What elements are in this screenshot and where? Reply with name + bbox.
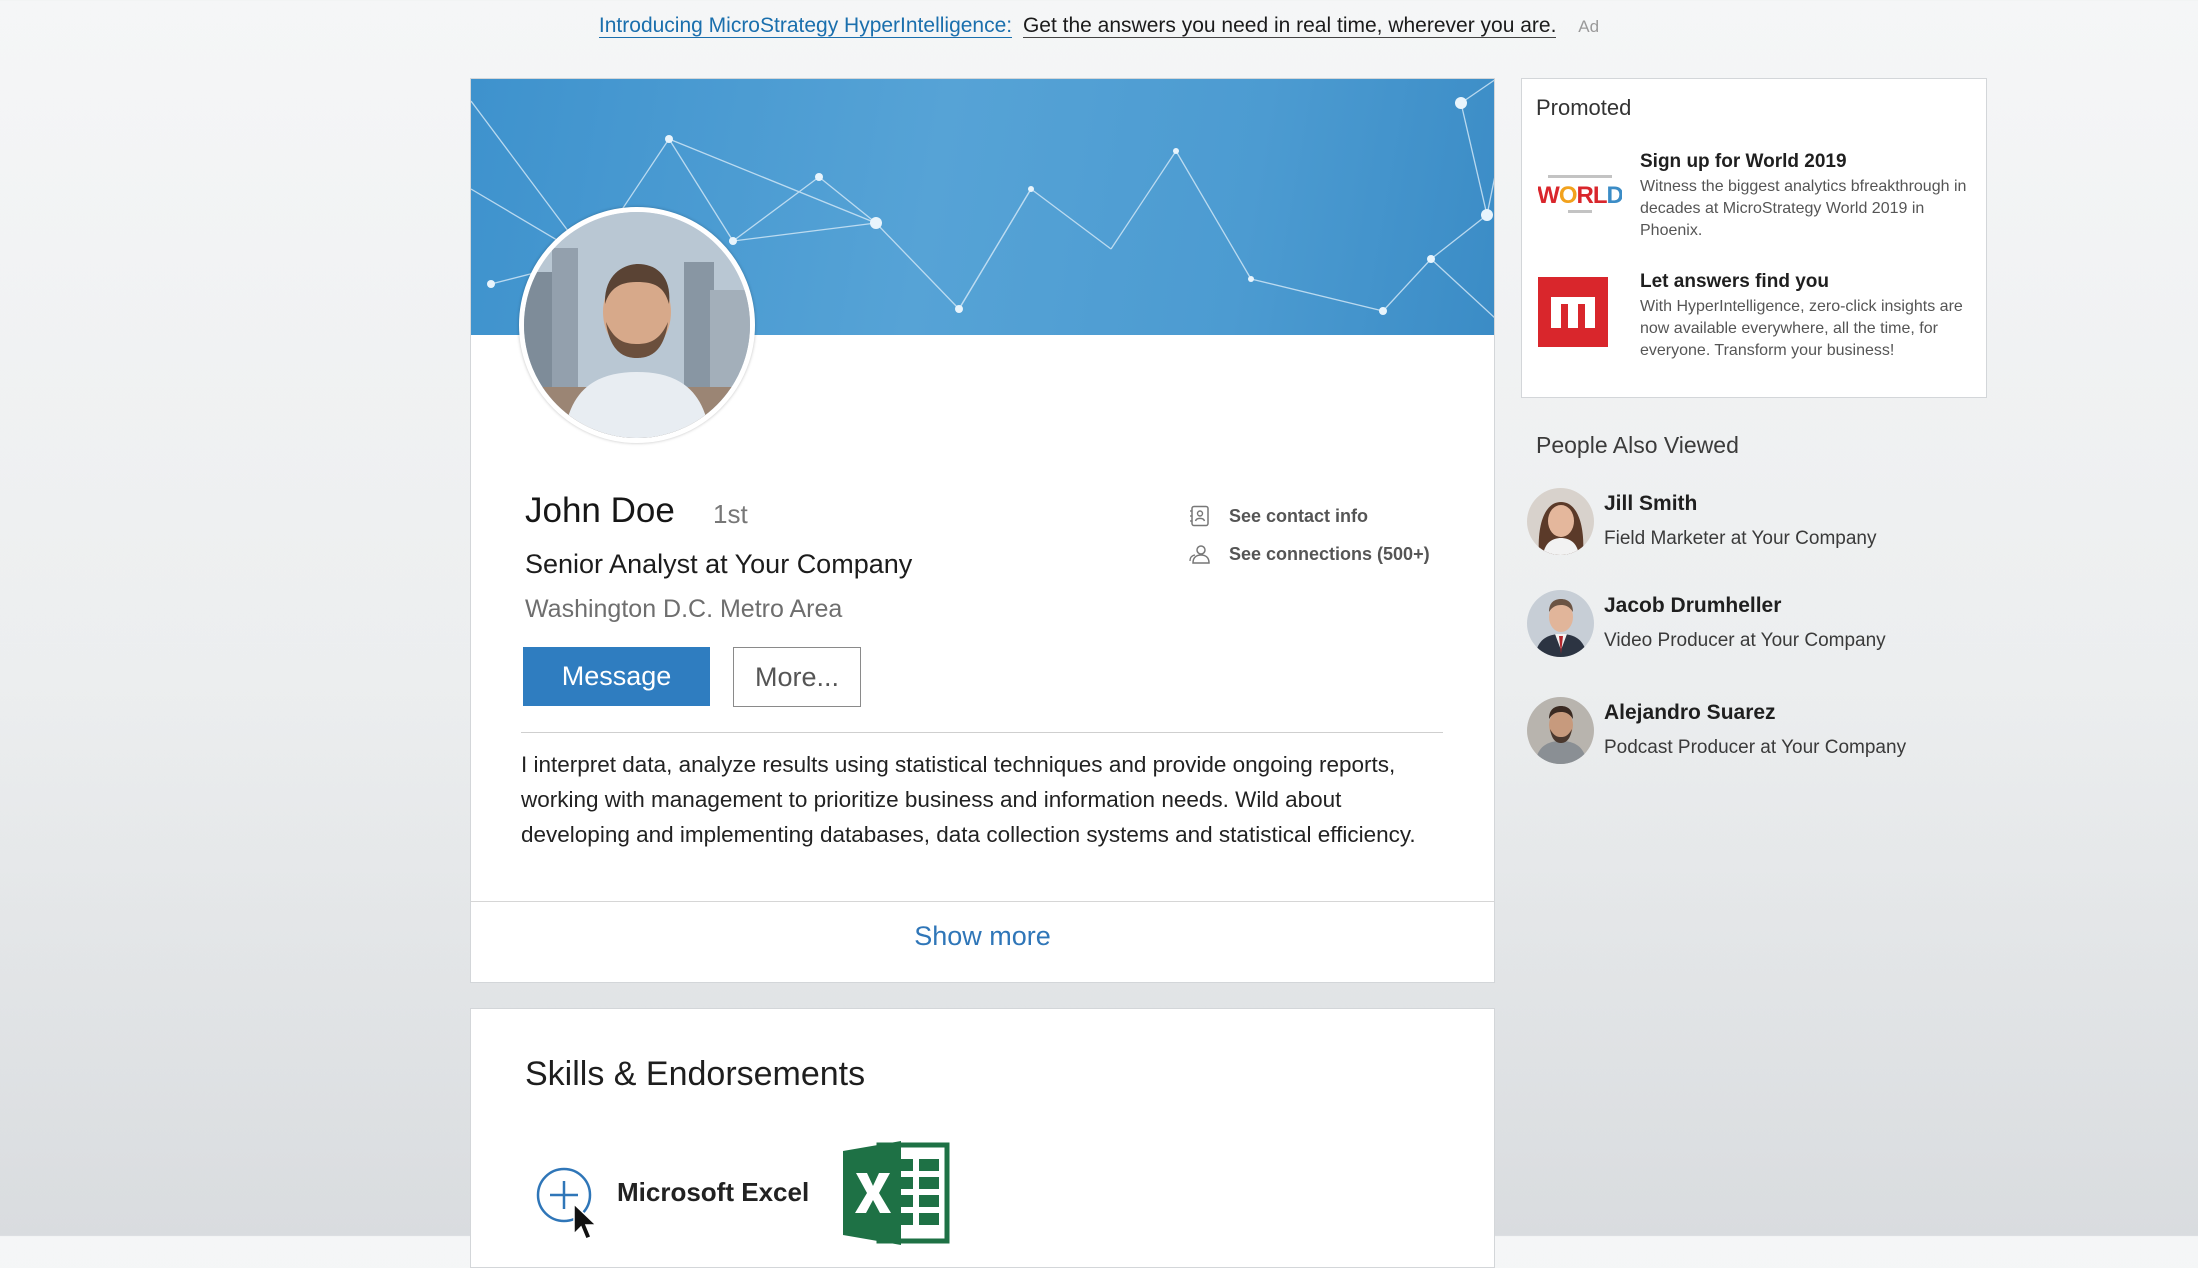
promoted-item-hyperintelligence[interactable]: Let answers find you With HyperIntellige… xyxy=(1538,271,1978,371)
promoted-heading: Promoted xyxy=(1536,95,1632,120)
skills-card: Skills & Endorsements Microsoft Excel xyxy=(470,1008,1495,1268)
ad-link[interactable]: Introducing MicroStrategy HyperIntellige… xyxy=(598,14,1013,38)
divider xyxy=(521,732,1443,733)
more-button[interactable]: More... xyxy=(733,647,861,707)
avatar xyxy=(1527,697,1594,764)
microstrategy-logo-icon xyxy=(1538,277,1608,352)
see-contact-info-link[interactable]: See contact info xyxy=(1189,505,1368,527)
skill-name[interactable]: Microsoft Excel xyxy=(617,1177,809,1208)
person-item[interactable]: Jill Smith Field Marketer at Your Compan… xyxy=(1527,488,1967,558)
profile-summary: I interpret data, analyze results using … xyxy=(521,752,1416,847)
person-name[interactable]: Jill Smith xyxy=(1604,492,1697,516)
person-item[interactable]: Jacob Drumheller Video Producer at Your … xyxy=(1527,590,1967,660)
see-contact-info-label: See contact info xyxy=(1229,505,1369,526)
promoted-card: Promoted WORLD Sign up for World 2019 Wi… xyxy=(1521,78,1987,398)
profile-location: Washington D.C. Metro Area xyxy=(525,595,843,623)
promoted-description: With HyperIntelligence, zero-click insig… xyxy=(1640,298,1963,359)
mouse-cursor-icon xyxy=(572,1202,602,1242)
see-connections-link[interactable]: See connections (500+) xyxy=(1189,543,1430,565)
person-item[interactable]: Alejandro Suarez Podcast Producer at You… xyxy=(1527,697,1967,767)
message-button[interactable]: Message xyxy=(523,647,710,706)
person-name[interactable]: Jacob Drumheller xyxy=(1604,594,1781,618)
avatar xyxy=(1527,590,1594,657)
ad-tag: Ad xyxy=(1578,17,1600,36)
see-connections-label: See connections (500+) xyxy=(1229,543,1430,564)
profile-card: John Doe 1st Senior Analyst at Your Comp… xyxy=(470,78,1495,983)
ad-bar: Introducing MicroStrategy HyperIntellige… xyxy=(0,14,2198,38)
ad-text[interactable]: Get the answers you need in real time, w… xyxy=(1022,14,1557,38)
microsoft-excel-logo-icon xyxy=(839,1137,951,1249)
people-icon xyxy=(1189,543,1211,565)
person-name[interactable]: Alejandro Suarez xyxy=(1604,701,1776,725)
person-title: Video Producer at Your Company xyxy=(1604,630,1886,651)
promoted-description: Witness the biggest analytics bfreakthro… xyxy=(1640,178,1967,239)
promoted-item-world-2019[interactable]: WORLD Sign up for World 2019 Witness the… xyxy=(1537,151,1978,241)
contact-card-icon xyxy=(1189,505,1211,527)
profile-name: John Doe xyxy=(525,491,675,530)
connection-degree-badge: 1st xyxy=(713,499,748,529)
people-also-viewed-heading: People Also Viewed xyxy=(1536,432,1739,458)
promoted-title[interactable]: Sign up for World 2019 xyxy=(1640,151,1847,173)
person-title: Field Marketer at Your Company xyxy=(1604,528,1877,549)
profile-avatar[interactable] xyxy=(519,207,755,443)
world-logo-icon: WORLD xyxy=(1537,173,1624,222)
show-more-button[interactable]: Show more xyxy=(471,902,1494,971)
promoted-title[interactable]: Let answers find you xyxy=(1640,271,1829,293)
svg-text:WORLD: WORLD xyxy=(1538,182,1622,209)
skills-title: Skills & Endorsements xyxy=(525,1055,866,1093)
profile-headline: Senior Analyst at Your Company xyxy=(525,549,913,579)
show-more-bar: Show more xyxy=(471,901,1494,982)
person-title: Podcast Producer at Your Company xyxy=(1604,737,1907,758)
avatar xyxy=(1527,488,1594,555)
